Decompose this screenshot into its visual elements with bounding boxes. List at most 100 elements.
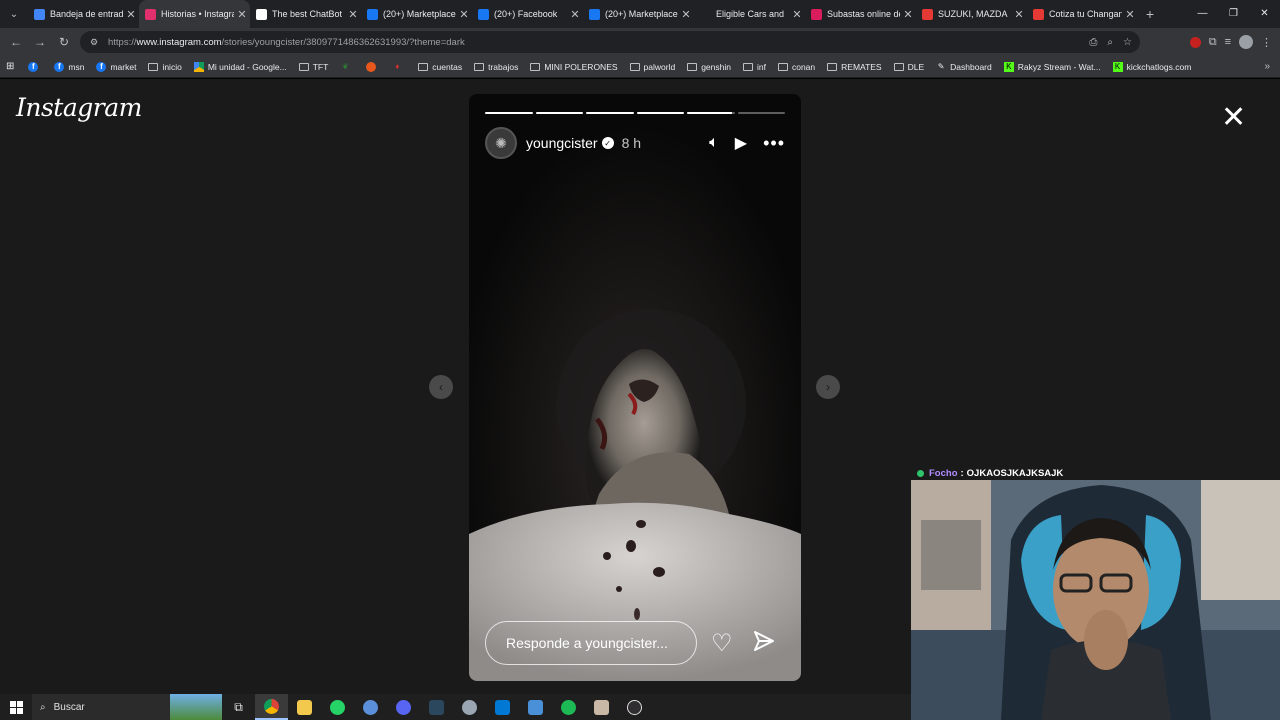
back-button[interactable]: ←: [4, 35, 28, 49]
bookmark-item[interactable]: inf: [742, 62, 766, 72]
bookmark-item[interactable]: ❦: [340, 62, 354, 72]
calculator-icon[interactable]: [519, 694, 552, 720]
bookmark-label: cuentas: [432, 61, 463, 72]
profile-avatar[interactable]: [1239, 35, 1253, 49]
story-progress: [485, 112, 785, 114]
more-options-icon[interactable]: •••: [763, 133, 785, 154]
folder-icon: [893, 62, 904, 71]
next-story-button[interactable]: ›: [816, 375, 840, 399]
extension-icon[interactable]: [1189, 36, 1201, 48]
bookmark-item[interactable]: TFT: [298, 62, 328, 72]
bookmark-item[interactable]: ♦: [392, 62, 406, 72]
browser-tab[interactable]: Cotiza tu Changan ✕: [1027, 0, 1138, 28]
send-icon[interactable]: [752, 629, 776, 653]
story-photo: [469, 94, 801, 681]
copart-icon: [700, 8, 711, 20]
bookmark-item[interactable]: K Rakyz Stream - Wat...: [1003, 61, 1101, 72]
apps-grid-icon[interactable]: ⊞: [6, 61, 14, 72]
instagram-logo[interactable]: Instagram: [16, 93, 142, 122]
bookmark-item[interactable]: MINI POLERONES: [530, 62, 618, 72]
discord-icon[interactable]: [387, 694, 420, 720]
browser-tab[interactable]: (20+) Marketplace ✕: [583, 0, 694, 28]
bookmark-item[interactable]: ✎ Dashboard: [936, 62, 992, 72]
zoom-icon[interactable]: ⌕: [1107, 37, 1113, 48]
bookmark-item[interactable]: trabajos: [474, 62, 518, 72]
more-bookmarks-icon[interactable]: »: [1264, 61, 1270, 72]
outlook-icon[interactable]: [486, 694, 519, 720]
tab-close-icon[interactable]: ✕: [123, 8, 139, 21]
like-heart-icon[interactable]: ♡: [711, 629, 733, 658]
whatsapp-icon[interactable]: [321, 694, 354, 720]
media-control-icon[interactable]: ≡: [1225, 36, 1231, 48]
bookmark-item[interactable]: REMATES: [827, 62, 882, 72]
tab-close-icon[interactable]: ✕: [900, 8, 916, 21]
previous-story-button[interactable]: ‹: [429, 375, 453, 399]
browser-tab[interactable]: (20+) Facebook ✕: [472, 0, 583, 28]
bookmark-item[interactable]: conan: [777, 62, 815, 72]
play-icon[interactable]: ▶: [735, 133, 747, 153]
browser-tab[interactable]: SUZUKI, MAZDA ✕: [916, 0, 1027, 28]
new-tab-button[interactable]: +: [1138, 6, 1162, 22]
story-username[interactable]: youngcister: [526, 135, 598, 151]
browser-tab[interactable]: Bandeja de entrada ✕: [28, 0, 139, 28]
bookmark-item[interactable]: genshin: [687, 62, 731, 72]
browser-tab[interactable]: Eligible Cars and ✕: [694, 0, 805, 28]
tab-close-icon[interactable]: ✕: [456, 8, 472, 21]
tab-close-icon[interactable]: ✕: [234, 8, 250, 21]
extensions-puzzle-icon[interactable]: ⧉: [1209, 36, 1217, 49]
photo-app-icon[interactable]: [585, 694, 618, 720]
install-app-icon[interactable]: ⎙: [1089, 37, 1097, 48]
chrome-icon[interactable]: [255, 694, 288, 720]
tab-close-icon[interactable]: ✕: [1122, 8, 1138, 21]
window-controls: — ❐ ✕: [1187, 0, 1280, 28]
file-explorer-icon[interactable]: [288, 694, 321, 720]
site-info-icon[interactable]: ⚙: [90, 37, 100, 48]
browser-tab[interactable]: The best ChatBot ✕: [250, 0, 361, 28]
story-card[interactable]: ✺ youngcister ✓ 8 h 🔈︎ ▶ ••• Responde a …: [469, 94, 801, 681]
bookmark-item[interactable]: inicio: [148, 62, 182, 72]
bookmark-item[interactable]: f market: [96, 61, 136, 72]
taskbar-search[interactable]: ⌕ Buscar: [32, 694, 222, 720]
reply-input[interactable]: Responde a youngcister...: [485, 621, 697, 665]
start-button[interactable]: [0, 694, 32, 720]
browser-tab[interactable]: Subastas online de ✕: [805, 0, 916, 28]
forward-button[interactable]: →: [28, 35, 52, 49]
bookmark-item[interactable]: Mi unidad - Google...: [193, 61, 287, 72]
tab-title: Historias • Instagram: [161, 9, 234, 19]
obs-icon[interactable]: [618, 694, 651, 720]
app-icon[interactable]: [354, 694, 387, 720]
address-bar[interactable]: ⚙ https://www.instagram.com/stories/youn…: [80, 31, 1140, 53]
close-story-button[interactable]: ✕: [1221, 103, 1246, 133]
minimize-button[interactable]: —: [1187, 0, 1218, 28]
windows-logo-icon: [9, 700, 23, 714]
spotify-icon[interactable]: [552, 694, 585, 720]
bookmark-item[interactable]: DLE: [893, 62, 924, 72]
restore-button[interactable]: ❐: [1218, 0, 1249, 28]
close-window-button[interactable]: ✕: [1249, 0, 1280, 28]
menu-kebab-icon[interactable]: ⋮: [1261, 36, 1272, 49]
folder-icon: [687, 62, 698, 71]
bookmark-item[interactable]: f msn: [54, 61, 84, 72]
tab-close-icon[interactable]: ✕: [678, 8, 694, 21]
drive-icon: [193, 61, 204, 72]
game-icon[interactable]: [453, 694, 486, 720]
browser-tab[interactable]: Historias • Instagram✕: [139, 0, 250, 28]
task-view-icon[interactable]: ⧉: [222, 694, 255, 720]
tab-close-icon[interactable]: ✕: [567, 8, 583, 21]
url-path: /stories/youngcister/3809771486362631993…: [221, 36, 465, 48]
bookmark-item[interactable]: f: [28, 61, 42, 72]
bookmark-item[interactable]: Kkickchatlogs.com: [1112, 61, 1191, 72]
tab-close-icon[interactable]: ✕: [789, 8, 805, 21]
tab-close-icon[interactable]: ✕: [345, 8, 361, 21]
tab-search-button[interactable]: ⌄: [0, 0, 28, 28]
browser-tab[interactable]: (20+) Marketplace ✕: [361, 0, 472, 28]
volume-icon[interactable]: 🔈︎: [709, 134, 719, 152]
bookmark-item[interactable]: palworld: [629, 62, 675, 72]
tab-close-icon[interactable]: ✕: [1011, 8, 1027, 21]
bookmark-item[interactable]: cuentas: [418, 62, 462, 72]
bookmark-star-icon[interactable]: ☆: [1123, 37, 1132, 48]
user-avatar[interactable]: ✺: [485, 127, 517, 159]
steam-icon[interactable]: [420, 694, 453, 720]
reload-button[interactable]: ↻: [52, 35, 76, 49]
bookmark-item[interactable]: [366, 61, 380, 72]
